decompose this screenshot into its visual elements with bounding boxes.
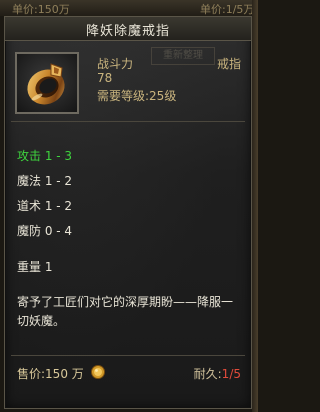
item-tooltip: 降妖除魔戒指 重新整理 战斗力 78 戒指 需要等级:25级 攻击 1 - 3 …	[4, 16, 252, 409]
combat-power-label: 战斗力	[97, 57, 134, 71]
background-right-edge	[252, 0, 258, 412]
background-reorganize-button: 重新整理	[151, 47, 215, 65]
divider	[11, 121, 245, 122]
durability: 耐久:1/5	[194, 365, 241, 382]
gold-coin-icon	[91, 365, 105, 379]
gold-ring-icon	[27, 63, 65, 105]
stat-attack: 攻击 1 - 3	[17, 149, 73, 163]
tooltip-title-bar: 降妖除魔戒指	[5, 17, 251, 41]
item-type: 戒指	[217, 57, 242, 71]
item-icon-frame	[15, 52, 79, 114]
background-price-fragment: 单价:150万	[12, 3, 70, 16]
item-weight: 重量 1	[17, 260, 53, 274]
combat-power-value: 78	[97, 71, 113, 85]
sell-price: 售价:150 万	[17, 367, 84, 381]
background-top-bar: 单价:150万 单价:1/5万	[0, 0, 258, 16]
durability-max: /5	[229, 367, 241, 381]
stat-taoism: 道术 1 - 2	[17, 199, 73, 213]
stat-magic-defense: 魔防 0 - 4	[17, 224, 73, 238]
durability-label: 耐久:	[193, 367, 222, 381]
required-level: 需要等级:25级	[97, 89, 177, 103]
stat-magic: 魔法 1 - 2	[17, 174, 73, 188]
item-description: 寄予了工匠们对它的深厚期盼——降服一切妖魔。	[17, 295, 234, 328]
divider	[11, 355, 245, 356]
item-name: 降妖除魔戒指	[85, 24, 170, 39]
background-price-fragment-right: 单价:1/5万	[200, 3, 255, 16]
